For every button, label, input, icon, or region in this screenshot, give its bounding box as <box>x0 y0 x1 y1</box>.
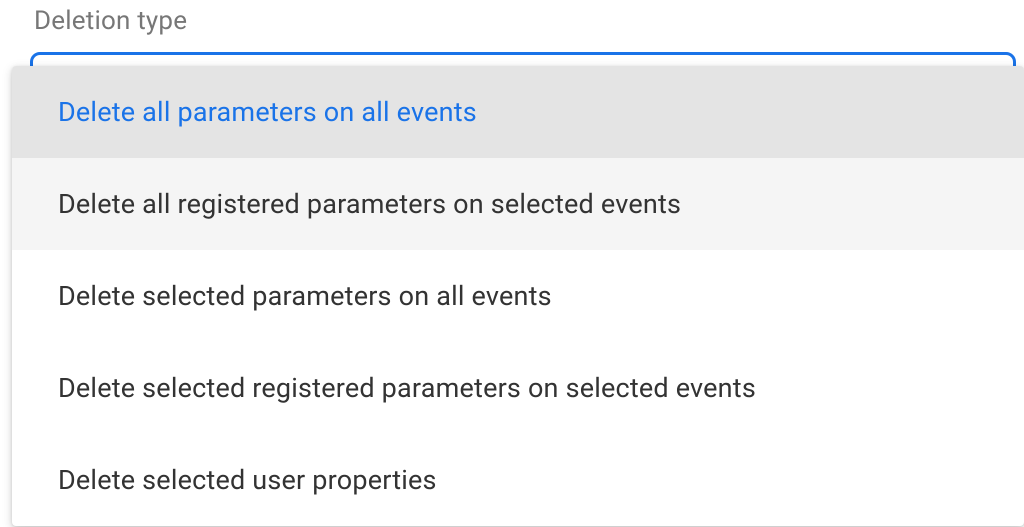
deletion-type-field: Deletion type Delete all parameters on a… <box>0 0 1024 50</box>
field-label: Deletion type <box>0 0 1024 50</box>
option-label: Delete all registered parameters on sele… <box>58 188 681 220</box>
option-label: Delete selected parameters on all events <box>58 280 552 312</box>
option-delete-all-registered-params-selected-events[interactable]: Delete all registered parameters on sele… <box>12 158 1024 250</box>
option-delete-selected-registered-params-selected-events[interactable]: Delete selected registered parameters on… <box>12 342 1024 434</box>
dropdown-panel: Delete all parameters on all events Dele… <box>12 66 1024 526</box>
option-label: Delete all parameters on all events <box>58 96 477 128</box>
option-label: Delete selected registered parameters on… <box>58 372 756 404</box>
option-delete-selected-user-properties[interactable]: Delete selected user properties <box>12 434 1024 526</box>
option-label: Delete selected user properties <box>58 464 437 496</box>
option-delete-selected-params-all-events[interactable]: Delete selected parameters on all events <box>12 250 1024 342</box>
option-delete-all-params-all-events[interactable]: Delete all parameters on all events <box>12 66 1024 158</box>
